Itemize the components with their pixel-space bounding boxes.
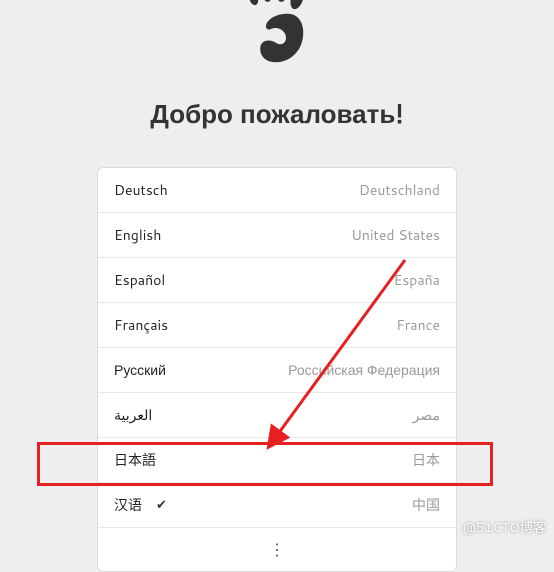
language-name: العربية bbox=[114, 405, 152, 425]
language-item-espanol[interactable]: Español España bbox=[98, 258, 456, 303]
language-name: 汉语 ✔ bbox=[114, 495, 167, 515]
watermark: @51CTO博客 bbox=[463, 517, 546, 537]
language-item-chinese[interactable]: 汉语 ✔ 中国 bbox=[98, 483, 456, 528]
ellipsis-icon: ⋮ bbox=[269, 538, 285, 561]
checkmark-icon: ✔ bbox=[156, 496, 167, 514]
language-name: 日本語 bbox=[114, 450, 156, 470]
language-item-japanese[interactable]: 日本語 日本 bbox=[98, 438, 456, 483]
more-languages-button[interactable]: ⋮ bbox=[98, 528, 456, 571]
language-region: Российская Федерация bbox=[288, 360, 440, 380]
language-item-english[interactable]: English United States bbox=[98, 213, 456, 258]
language-list: Deutsch Deutschland English United State… bbox=[97, 167, 457, 572]
language-item-arabic[interactable]: العربية مصر bbox=[98, 393, 456, 438]
language-name: Español bbox=[114, 270, 165, 290]
language-item-russian[interactable]: Русский Российская Федерация bbox=[98, 348, 456, 393]
language-item-deutsch[interactable]: Deutsch Deutschland bbox=[98, 168, 456, 213]
gnome-logo bbox=[235, 0, 320, 81]
language-region: España bbox=[394, 270, 440, 290]
welcome-screen: Добро пожаловать! Deutsch Deutschland En… bbox=[0, 0, 554, 572]
language-region: مصر bbox=[413, 405, 440, 425]
language-name: Français bbox=[114, 315, 168, 335]
language-region: 日本 bbox=[412, 450, 440, 470]
language-name: Deutsch bbox=[114, 180, 168, 200]
welcome-title: Добро пожаловать! bbox=[150, 96, 403, 132]
language-region: Deutschland bbox=[359, 180, 440, 200]
language-item-francais[interactable]: Français France bbox=[98, 303, 456, 348]
language-region: 中国 bbox=[412, 495, 440, 515]
gnome-foot-icon bbox=[235, 0, 320, 75]
language-region: United States bbox=[351, 225, 440, 245]
language-name: Русский bbox=[114, 360, 166, 380]
language-region: France bbox=[396, 315, 440, 335]
language-name: English bbox=[114, 225, 161, 245]
